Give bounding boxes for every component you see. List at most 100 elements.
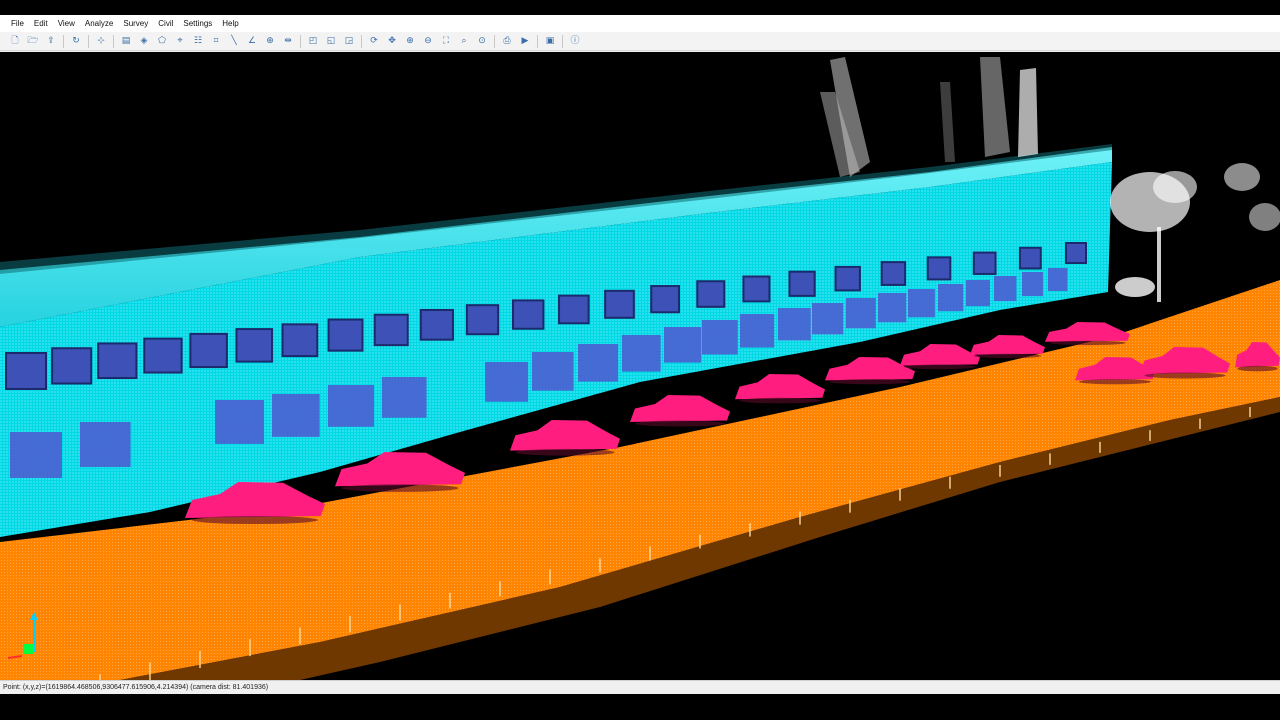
window-pane xyxy=(790,272,814,295)
window-pane xyxy=(53,349,91,383)
toolbar-separator xyxy=(113,34,114,48)
toolbar-separator xyxy=(537,34,538,48)
point-cloud-scene[interactable] xyxy=(0,52,1280,680)
lower-window xyxy=(740,314,775,348)
view-top-icon[interactable]: ◲ xyxy=(342,34,356,48)
window-pane xyxy=(974,253,995,273)
lower-window xyxy=(328,385,375,427)
zoom-window-icon[interactable]: ⌕ xyxy=(457,34,471,48)
car xyxy=(510,420,620,456)
lower-window xyxy=(812,303,844,335)
clip-icon[interactable]: ⌗ xyxy=(209,34,223,48)
new-icon[interactable]: 🗋 xyxy=(8,34,22,48)
window-pane xyxy=(1067,244,1085,262)
select-icon[interactable]: ◈ xyxy=(137,34,151,48)
lower-window xyxy=(994,276,1017,302)
menu-survey[interactable]: Survey xyxy=(118,19,153,28)
lower-window xyxy=(215,400,265,444)
lower-window xyxy=(622,335,661,372)
lower-window xyxy=(485,362,529,402)
pan-icon[interactable]: ✥ xyxy=(385,34,399,48)
window-pane xyxy=(191,334,226,367)
view-front-icon[interactable]: ◱ xyxy=(324,34,338,48)
screenshot-icon[interactable]: ▣ xyxy=(543,34,557,48)
app-window: File Edit View Analyze Survey Civil Sett… xyxy=(0,15,1280,694)
axes-icon[interactable]: ⊹ xyxy=(94,34,108,48)
toolbar-separator xyxy=(361,34,362,48)
open-icon[interactable]: 🗁 xyxy=(26,34,40,48)
window-pane xyxy=(560,296,588,323)
toolbar-separator xyxy=(63,34,64,48)
lower-window xyxy=(846,298,876,329)
window-pane xyxy=(882,263,905,284)
lower-window xyxy=(578,344,619,382)
window-pane xyxy=(329,320,362,350)
lower-window xyxy=(878,293,907,323)
bottom-letterbox xyxy=(0,694,1280,720)
zoom-in-icon[interactable]: ⊕ xyxy=(403,34,417,48)
window-pane xyxy=(744,277,769,301)
toolbar-separator xyxy=(88,34,89,48)
window-pane xyxy=(7,354,45,388)
lower-window xyxy=(532,352,574,391)
measure-angle-icon[interactable]: ∠ xyxy=(245,34,259,48)
lower-window xyxy=(10,432,62,478)
lower-window xyxy=(702,320,738,355)
cross-section-icon[interactable]: ⇹ xyxy=(281,34,295,48)
lower-window xyxy=(272,394,320,437)
polygon-icon[interactable]: ⬠ xyxy=(155,34,169,48)
view-iso-icon[interactable]: ◰ xyxy=(306,34,320,48)
lower-window xyxy=(1048,268,1068,292)
refresh-icon[interactable]: ↻ xyxy=(69,34,83,48)
menu-settings[interactable]: Settings xyxy=(178,19,217,28)
menu-file[interactable]: File xyxy=(0,19,29,28)
window-pane xyxy=(145,339,181,372)
rotate-icon[interactable]: ⟳ xyxy=(367,34,381,48)
layers-icon[interactable]: ▤ xyxy=(119,34,133,48)
filter-icon[interactable]: ☷ xyxy=(191,34,205,48)
lower-window xyxy=(382,377,427,418)
point-cloud-viewport[interactable] xyxy=(0,52,1280,680)
window-pane xyxy=(1020,248,1040,268)
measure-line-icon[interactable]: ╲ xyxy=(227,34,241,48)
menu-civil[interactable]: Civil xyxy=(153,19,178,28)
export-icon[interactable]: ⇪ xyxy=(44,34,58,48)
status-coordinates: Point: (x,y,z)=(1619864.468506,9306477.6… xyxy=(3,684,269,691)
zoom-previous-icon[interactable]: ⊙ xyxy=(475,34,489,48)
window-pane xyxy=(467,306,498,334)
window-pane xyxy=(513,301,543,328)
window-pane xyxy=(237,330,272,361)
car xyxy=(970,335,1045,359)
menu-analyze[interactable]: Analyze xyxy=(80,19,118,28)
top-letterbox xyxy=(0,0,1280,15)
toolbar: 🗋 🗁 ⇪ ↻ ⊹ ▤ ◈ ⬠ ⌖ ☷ ⌗ ╲ ∠ ⊕ ⇹ ◰ ◱ ◲ ⟳ ✥ ⊕ ⊖ ⛶ ⌕ ⊙ ⎙ ▶ ▣ ⓘ xyxy=(0,32,1280,51)
window-pane xyxy=(652,287,679,312)
window-pane xyxy=(928,258,950,279)
lower-window xyxy=(778,308,811,341)
window-pane xyxy=(421,310,452,339)
lasso-icon[interactable]: ⌖ xyxy=(173,34,187,48)
lower-window xyxy=(80,422,131,467)
menu-bar: File Edit View Analyze Survey Civil Sett… xyxy=(0,15,1280,32)
window-pane xyxy=(283,325,317,356)
toolbar-separator xyxy=(562,34,563,48)
zoom-extent-icon[interactable]: ⛶ xyxy=(439,34,453,48)
lower-window xyxy=(908,289,935,318)
window-pane xyxy=(375,315,407,345)
lower-window xyxy=(664,327,702,363)
play-icon[interactable]: ▶ xyxy=(518,34,532,48)
menu-view[interactable]: View xyxy=(53,19,80,28)
info-point-icon[interactable]: ⊕ xyxy=(263,34,277,48)
window-pane xyxy=(99,344,136,378)
car xyxy=(630,395,730,427)
car xyxy=(900,344,980,370)
lower-window xyxy=(966,280,990,307)
car xyxy=(825,357,915,385)
zoom-out-icon[interactable]: ⊖ xyxy=(421,34,435,48)
help-icon[interactable]: ⓘ xyxy=(568,34,582,48)
camera-icon[interactable]: ⎙ xyxy=(500,34,514,48)
menu-help[interactable]: Help xyxy=(217,19,243,28)
lower-window xyxy=(938,284,964,312)
menu-edit[interactable]: Edit xyxy=(29,19,53,28)
car xyxy=(735,374,825,404)
